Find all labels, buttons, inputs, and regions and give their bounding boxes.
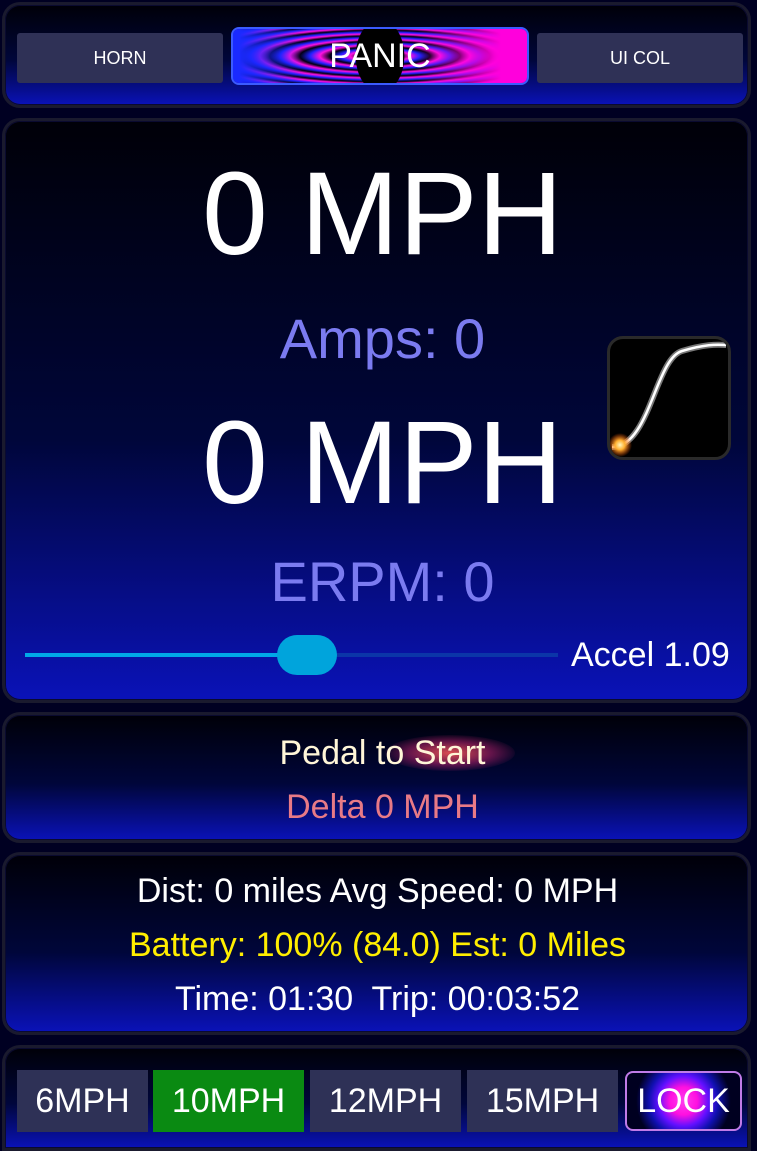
top-bar: HORN PANIC UI COL	[2, 2, 751, 108]
panic-glow-left	[233, 29, 303, 83]
mode-6mph-button[interactable]: 6MPH	[17, 1070, 148, 1132]
erpm-readout: ERPM: 0	[270, 550, 495, 613]
mode-12mph-button[interactable]: 12MPH	[310, 1070, 461, 1132]
panic-glow-right	[417, 29, 527, 83]
mode-10mph-button[interactable]: 10MPH	[153, 1070, 304, 1132]
pedal-status: Pedal to Start	[279, 734, 486, 772]
distance-readout: Dist: 0 miles Avg Speed: 0 MPH	[136, 872, 619, 910]
mode-15mph-button[interactable]: 15MPH	[467, 1070, 618, 1132]
pedal-panel: Pedal to Start Delta 0 MPH	[2, 712, 751, 843]
accel-slider-fill	[25, 653, 307, 657]
accel-curve-icon[interactable]	[607, 336, 731, 460]
stats-panel: Dist: 0 miles Avg Speed: 0 MPH Battery: …	[2, 852, 751, 1035]
horn-button[interactable]: HORN	[17, 33, 223, 83]
ui-color-button[interactable]: UI COL	[537, 33, 743, 83]
time-readout: Time: 01:30 Trip: 00:03:52	[174, 980, 581, 1018]
curve-graph-icon	[610, 341, 727, 457]
accel-slider-thumb[interactable]	[277, 635, 337, 675]
delta-readout: Delta 0 MPH	[286, 788, 479, 826]
accel-slider[interactable]	[25, 635, 558, 675]
speed-mode-bar: 6MPH 10MPH 12MPH 15MPH LOCK	[2, 1045, 751, 1151]
primary-speed: 0 MPH	[202, 148, 563, 280]
battery-readout: Battery: 100% (84.0) Est: 0 Miles	[129, 926, 626, 964]
panic-button[interactable]: PANIC	[231, 27, 529, 85]
panic-label: PANIC	[329, 36, 431, 75]
speed-panel: 0 MPH Amps: 0 0 MPH ERPM: 0 Accel 1.09	[2, 118, 751, 703]
lock-button[interactable]: LOCK	[625, 1071, 742, 1131]
accel-label: Accel 1.09	[571, 636, 730, 674]
